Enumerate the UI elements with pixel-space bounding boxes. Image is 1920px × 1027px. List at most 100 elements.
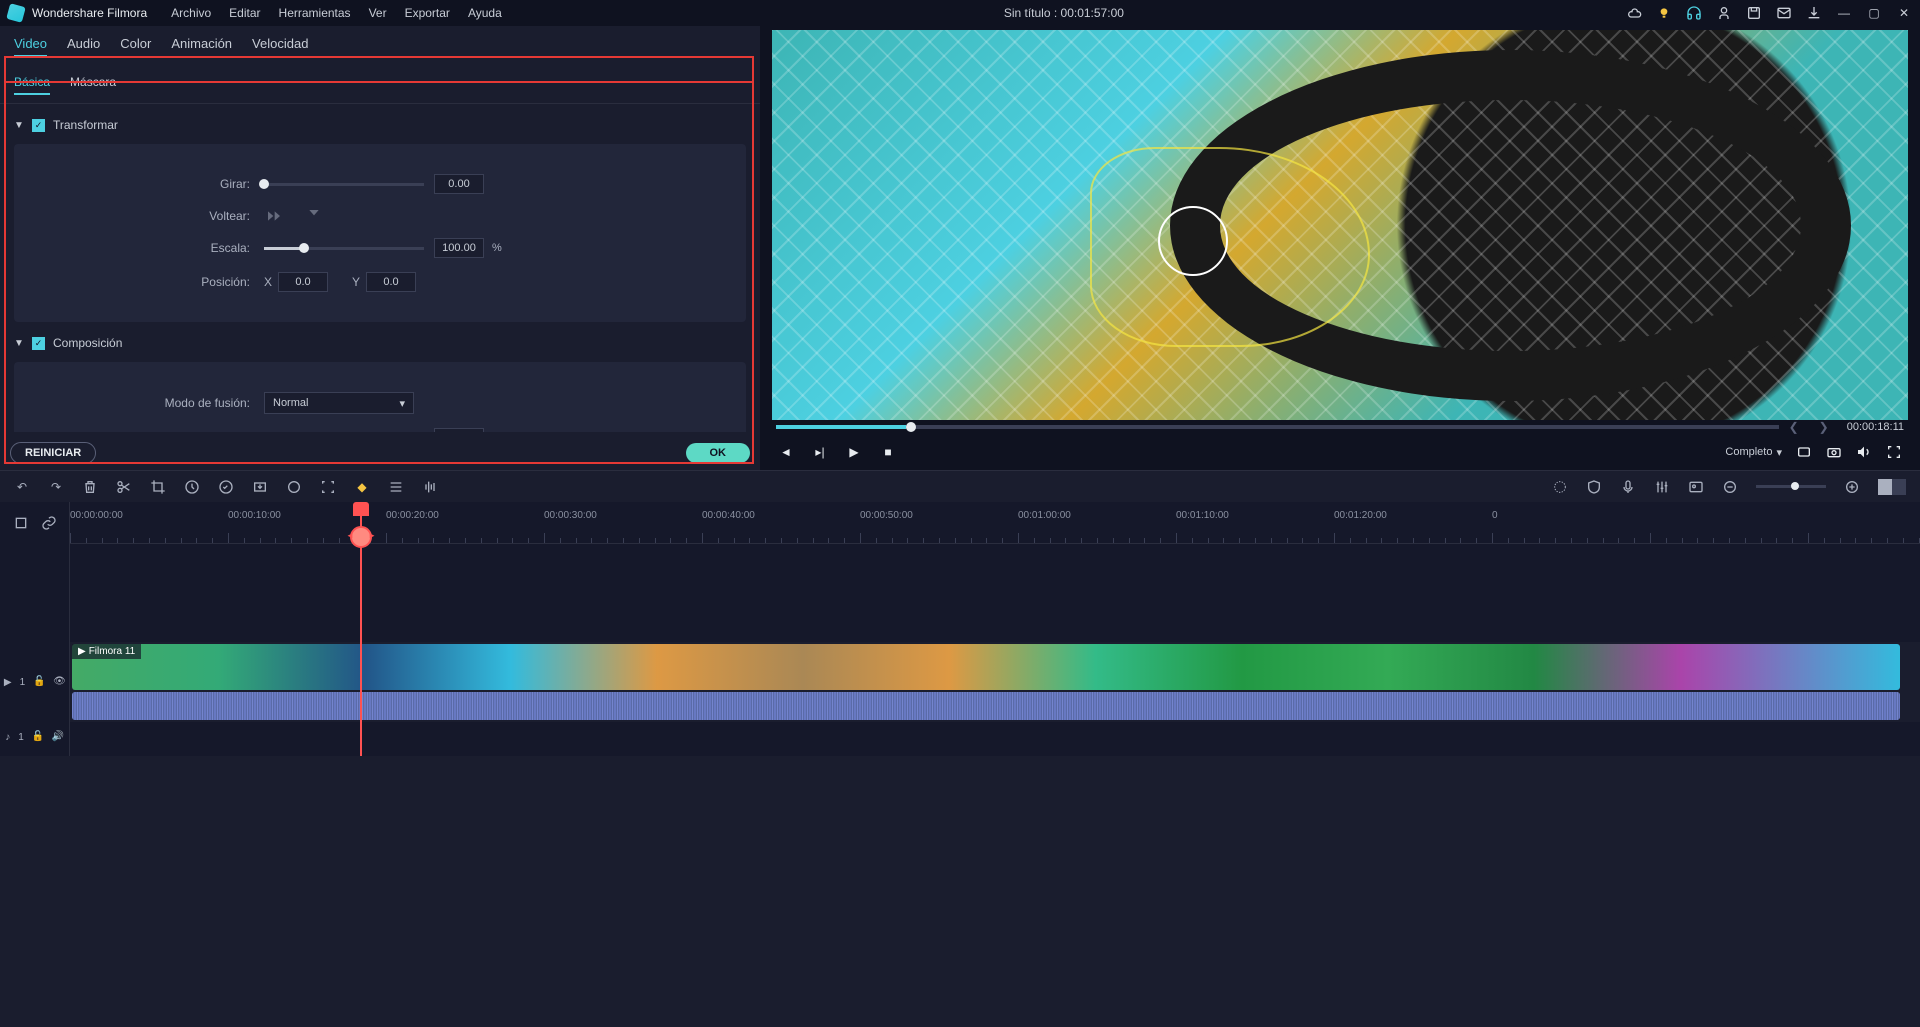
menu-ayuda[interactable]: Ayuda bbox=[468, 6, 502, 20]
display-mode-select[interactable]: Completo ▾ bbox=[1725, 446, 1782, 459]
delete-icon[interactable] bbox=[82, 479, 98, 495]
menu-editar[interactable]: Editar bbox=[229, 6, 260, 20]
close-button[interactable]: ✕ bbox=[1896, 5, 1912, 21]
mute-icon[interactable]: 🔊 bbox=[52, 731, 64, 743]
zoom-in-icon[interactable] bbox=[1844, 479, 1860, 495]
stop-button[interactable]: ■ bbox=[880, 444, 896, 460]
escala-slider[interactable] bbox=[264, 247, 424, 250]
clip-name: Filmora 11 bbox=[89, 646, 136, 657]
prev-frame-button[interactable]: ◄ bbox=[778, 444, 794, 460]
headphones-icon[interactable] bbox=[1686, 5, 1702, 21]
subtab-basica[interactable]: Básica bbox=[14, 75, 50, 95]
chevron-down-icon: ▼ bbox=[14, 338, 24, 349]
frame-next-icon[interactable]: ❯ bbox=[1819, 420, 1829, 434]
crop-icon[interactable] bbox=[150, 479, 166, 495]
shield-icon[interactable] bbox=[1586, 479, 1602, 495]
speed-icon[interactable] bbox=[184, 479, 200, 495]
video-track-header[interactable]: ▶ 1 🔓 👁 bbox=[0, 642, 69, 722]
eye-icon[interactable]: 👁 bbox=[53, 676, 65, 688]
undo-icon[interactable]: ↶ bbox=[14, 479, 30, 495]
marker-icon[interactable] bbox=[286, 479, 302, 495]
render-icon[interactable] bbox=[1796, 444, 1812, 460]
mic-icon[interactable] bbox=[1620, 479, 1636, 495]
video-clip[interactable]: ▶ Filmora 11 bbox=[72, 644, 1900, 690]
bulb-icon[interactable] bbox=[1656, 5, 1672, 21]
fullscreen-icon[interactable] bbox=[1886, 444, 1902, 460]
project-title: Sin título : 00:01:57:00 bbox=[502, 6, 1626, 20]
maximize-button[interactable]: ▢ bbox=[1866, 5, 1882, 21]
tab-color[interactable]: Color bbox=[120, 36, 151, 57]
detect-icon[interactable] bbox=[320, 479, 336, 495]
user-icon[interactable] bbox=[1716, 5, 1732, 21]
section-composicion-header[interactable]: ▼ ✓ Composición bbox=[14, 332, 746, 354]
flip-horizontal-icon[interactable] bbox=[264, 208, 284, 224]
menu-archivo[interactable]: Archivo bbox=[171, 6, 211, 20]
transformar-title: Transformar bbox=[53, 118, 118, 132]
menu-exportar[interactable]: Exportar bbox=[405, 6, 450, 20]
transformar-checkbox[interactable]: ✓ bbox=[32, 119, 45, 132]
keyframe-icon[interactable]: ◆ bbox=[354, 479, 370, 495]
audio-sync-icon[interactable] bbox=[422, 479, 438, 495]
tab-velocidad[interactable]: Velocidad bbox=[252, 36, 308, 57]
volume-icon[interactable] bbox=[1856, 444, 1872, 460]
menu-herramientas[interactable]: Herramientas bbox=[279, 6, 351, 20]
mix-icon[interactable] bbox=[1552, 479, 1568, 495]
tab-audio[interactable]: Audio bbox=[67, 36, 100, 57]
cloud-icon[interactable] bbox=[1626, 5, 1642, 21]
adjust-icon[interactable] bbox=[388, 479, 404, 495]
section-transformar-header[interactable]: ▼ ✓ Transformar bbox=[14, 114, 746, 136]
speed2-icon[interactable] bbox=[218, 479, 234, 495]
mail-icon[interactable] bbox=[1776, 5, 1792, 21]
titlebar: Wondershare Filmora Archivo Editar Herra… bbox=[0, 0, 1920, 26]
preview-viewport[interactable] bbox=[772, 30, 1908, 420]
ruler-tick: 00:01:10:00 bbox=[1176, 510, 1229, 521]
opacidad-input[interactable] bbox=[434, 428, 484, 432]
menu-ver[interactable]: Ver bbox=[369, 6, 387, 20]
export-frame-icon[interactable] bbox=[252, 479, 268, 495]
download-icon[interactable] bbox=[1806, 5, 1822, 21]
girar-label: Girar: bbox=[34, 177, 264, 191]
modo-fusion-value: Normal bbox=[273, 397, 308, 409]
posicion-x-input[interactable] bbox=[278, 272, 328, 292]
ruler-tick: 00:01:00:00 bbox=[1018, 510, 1071, 521]
preview-scrubber[interactable] bbox=[776, 425, 1779, 429]
playhead[interactable] bbox=[360, 502, 362, 756]
view-toggle[interactable] bbox=[1878, 479, 1906, 495]
subtab-mascara[interactable]: Máscara bbox=[70, 75, 116, 95]
mixer-icon[interactable] bbox=[1654, 479, 1670, 495]
girar-input[interactable] bbox=[434, 174, 484, 194]
media-icon[interactable] bbox=[1688, 479, 1704, 495]
chevron-down-icon: ▾ bbox=[399, 397, 405, 410]
lock-icon[interactable]: 🔓 bbox=[32, 731, 44, 743]
reset-button[interactable]: REINICIAR bbox=[10, 442, 96, 464]
snapping-icon[interactable] bbox=[13, 515, 29, 531]
next-frame-button[interactable]: ▸| bbox=[812, 444, 828, 460]
escala-input[interactable] bbox=[434, 238, 484, 258]
save-icon[interactable] bbox=[1746, 5, 1762, 21]
zoom-slider[interactable] bbox=[1756, 485, 1826, 488]
timeline-body[interactable]: 00:00:00:00 00:00:10:00 00:00:20:00 00:0… bbox=[70, 502, 1920, 756]
ruler-tick: 00:00:00:00 bbox=[70, 510, 123, 521]
main-menu: Archivo Editar Herramientas Ver Exportar… bbox=[171, 6, 502, 20]
lock-icon[interactable]: 🔓 bbox=[33, 676, 45, 688]
audio-track-header[interactable]: ♪ 1 🔓 🔊 bbox=[0, 722, 69, 752]
redo-icon[interactable]: ↷ bbox=[48, 479, 64, 495]
audio-track[interactable] bbox=[70, 726, 1920, 756]
ok-button[interactable]: OK bbox=[686, 443, 751, 463]
minimize-button[interactable]: — bbox=[1836, 5, 1852, 21]
flip-vertical-icon[interactable] bbox=[304, 208, 324, 224]
modo-fusion-select[interactable]: Normal ▾ bbox=[264, 392, 414, 414]
girar-slider[interactable] bbox=[264, 183, 424, 186]
link-icon[interactable] bbox=[41, 515, 57, 531]
tab-animacion[interactable]: Animación bbox=[171, 36, 232, 57]
audio-waveform[interactable] bbox=[72, 692, 1900, 720]
posicion-y-input[interactable] bbox=[366, 272, 416, 292]
frame-prev-icon[interactable]: ❮ bbox=[1789, 420, 1799, 434]
split-icon[interactable] bbox=[116, 479, 132, 495]
zoom-out-icon[interactable] bbox=[1722, 479, 1738, 495]
composicion-checkbox[interactable]: ✓ bbox=[32, 337, 45, 350]
snapshot-icon[interactable] bbox=[1826, 444, 1842, 460]
video-track[interactable]: ▶ Filmora 11 bbox=[70, 642, 1920, 722]
play-button[interactable]: ▶ bbox=[846, 444, 862, 460]
tab-video[interactable]: Video bbox=[14, 36, 47, 57]
